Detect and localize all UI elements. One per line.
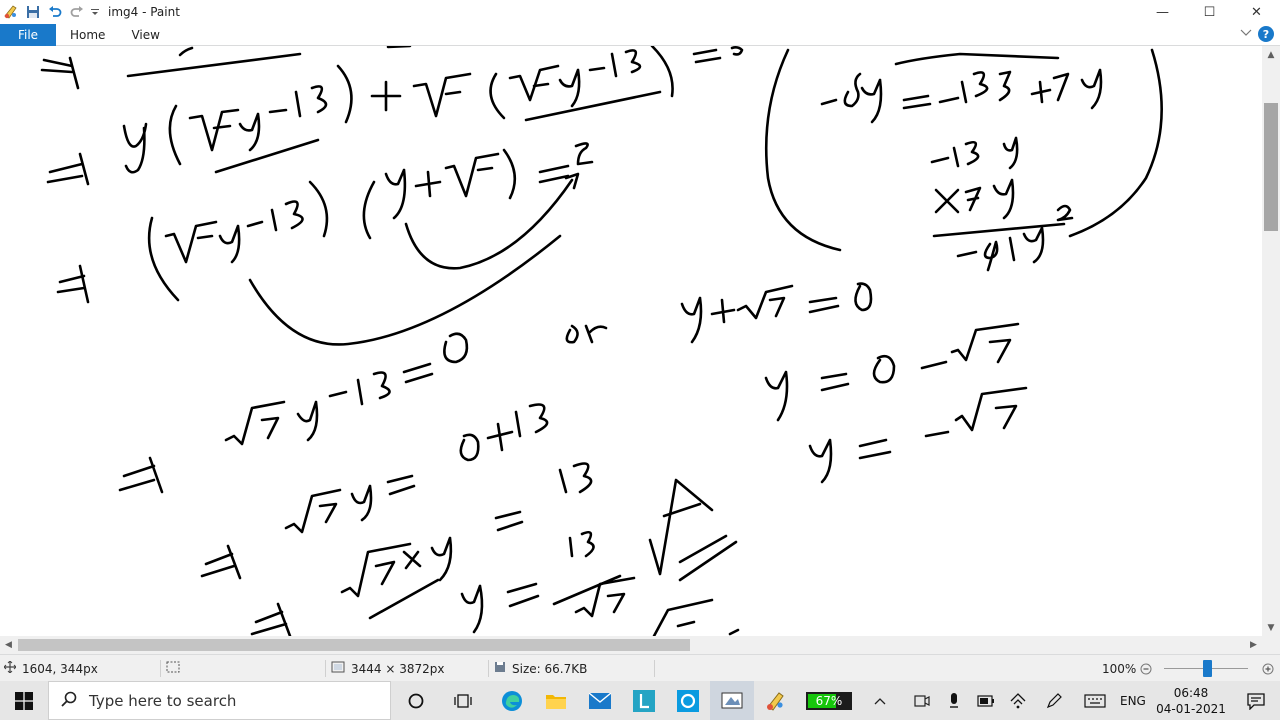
image-size-icon [331,661,345,676]
selection-size-readout [166,655,180,682]
close-button[interactable]: ✕ [1233,0,1280,24]
task-view-icon[interactable] [441,681,485,720]
disk-icon [494,661,506,676]
window-controls: — ☐ ✕ [1139,0,1280,24]
battery-status-icon[interactable] [974,681,998,720]
taskbar-search-box[interactable]: Type here to search [48,681,391,720]
search-icon [61,691,77,710]
save-icon[interactable] [22,0,44,24]
microphone-icon[interactable] [942,681,966,720]
collapse-ribbon-icon[interactable] [1240,27,1252,41]
tab-file[interactable]: File [0,23,56,46]
meet-now-icon[interactable] [910,681,934,720]
battery-indicator[interactable]: 67% [806,692,852,710]
cortana-icon[interactable] [394,681,438,720]
clock-time: 06:48 [1173,685,1209,700]
edge-browser-icon[interactable] [490,681,534,720]
notifications-icon[interactable] [1234,681,1278,720]
file-explorer-icon[interactable] [534,681,578,720]
customize-toolbar-icon[interactable] [88,0,102,24]
network-icon[interactable] [1006,681,1030,720]
drawing-canvas[interactable] [0,46,1262,636]
move-cursor-icon [3,660,17,676]
file-size-readout: Size: 66.7KB [494,655,587,682]
vertical-scroll-thumb[interactable] [1264,103,1278,231]
clock[interactable]: 06:48 04-01-2021 [1152,681,1230,720]
search-placeholder: Type here to search [89,691,237,710]
language-indicator[interactable]: ENG [1120,681,1146,720]
zoom-out-button[interactable] [1140,655,1152,682]
ribbon-right-controls: ? [1240,26,1274,42]
undo-icon[interactable] [44,0,66,24]
maximize-button[interactable]: ☐ [1186,0,1233,24]
ribbon-tabs: File Home View ? [0,23,1280,46]
zoom-slider-thumb[interactable] [1203,660,1212,677]
clock-date: 04-01-2021 [1156,701,1226,716]
minimize-button[interactable]: — [1139,0,1186,24]
horizontal-scrollbar[interactable]: ◀ ▶ [0,636,1262,654]
windows-start-icon[interactable] [2,681,46,720]
window-title: img4 - Paint [108,5,180,19]
help-button[interactable]: ? [1258,26,1274,42]
handwritten-math-drawing [40,46,1163,636]
tab-view[interactable]: View [118,24,172,46]
vertical-scrollbar[interactable]: ▲ ▼ [1262,46,1280,636]
scroll-down-icon[interactable]: ▼ [1262,619,1280,636]
scroll-left-icon[interactable]: ◀ [0,636,17,654]
battery-text: 67% [815,694,843,708]
horizontal-scroll-thumb[interactable] [18,639,690,651]
quick-access-toolbar [0,0,102,24]
cursor-position-text: 1604, 344px [22,661,98,676]
paint-taskbar-icon[interactable] [710,681,754,720]
redo-icon[interactable] [66,0,88,24]
touch-keyboard-icon[interactable] [1082,681,1108,720]
status-bar: 1604, 344px 3444 × 3872px Size: 66.7KB 1… [0,654,1280,681]
paint-brush-taskbar-icon[interactable] [754,681,798,720]
chevron-up-icon[interactable] [868,681,892,720]
title-bar: img4 - Paint — ☐ ✕ [0,0,1280,24]
file-size-text: Size: 66.7KB [512,661,588,676]
cortana-app-icon[interactable] [666,681,710,720]
taskbar: Type here to search 67% ENG 06:48 04-01-… [0,681,1280,720]
learning-app-icon[interactable] [622,681,666,720]
mail-icon[interactable] [578,681,622,720]
scroll-right-icon[interactable]: ▶ [1245,636,1262,654]
zoom-level-text: 100% [1102,661,1137,676]
scroll-up-icon[interactable]: ▲ [1262,46,1280,63]
zoom-in-button[interactable] [1262,655,1274,682]
paint-app-icon[interactable] [0,0,22,24]
scrollbar-corner [1262,636,1280,654]
image-size-readout: 3444 × 3872px [331,655,444,682]
cursor-position-readout: 1604, 344px [3,655,98,682]
tab-home[interactable]: Home [57,24,118,46]
image-size-text: 3444 × 3872px [351,661,445,676]
selection-icon [166,661,180,676]
pen-icon[interactable] [1042,681,1066,720]
